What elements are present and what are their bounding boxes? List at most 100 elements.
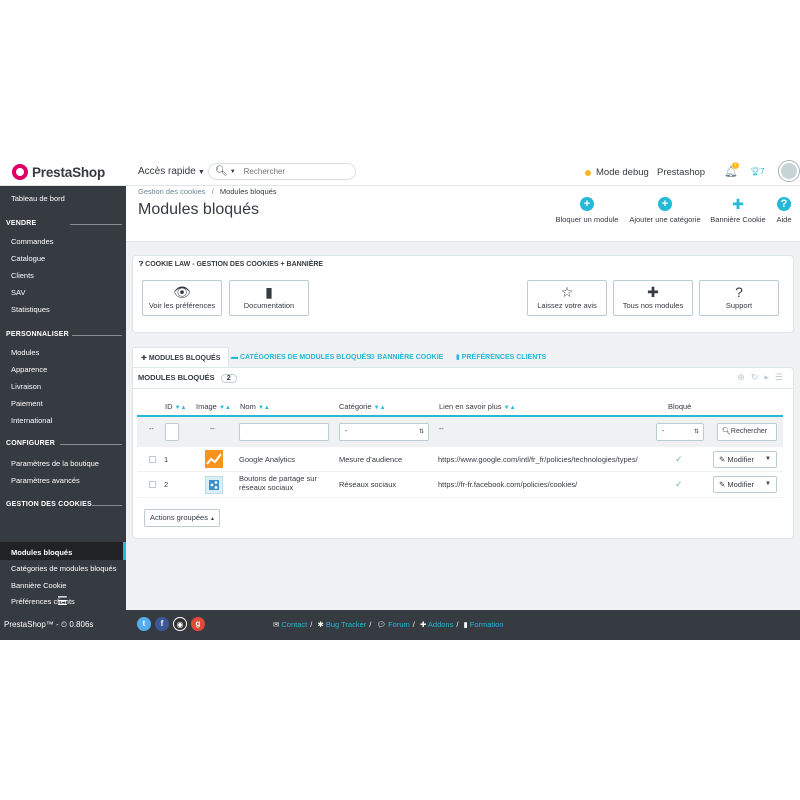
row-link[interactable]: https://fr-fr.facebook.com/policies/cook… <box>438 480 577 489</box>
search-filter-button[interactable]: 🔍︎Rechercher <box>717 423 777 441</box>
sidebar-divider <box>92 505 122 506</box>
sidebar-item-blocked-categories[interactable]: Catégories de modules bloqués <box>11 564 116 573</box>
panel-heading: ❓︎ COOKIE LAW - GESTION DES COOKIES + BA… <box>139 261 323 269</box>
blocked-check-icon[interactable]: ✓ <box>675 479 683 490</box>
tab-blocked-categories[interactable]: ▬ CATÉGORIES DE MODULES BLOQUÉS <box>231 347 371 368</box>
sort-icon[interactable]: ▼▲ <box>258 405 270 411</box>
footer-link-bug-tracker[interactable]: Bug Tracker <box>326 620 366 629</box>
cookie-banner-label: Bannière Cookie <box>710 215 766 224</box>
sort-icon[interactable]: ▼▲ <box>219 405 231 411</box>
filter-blocked-select[interactable]: - ⇅ <box>656 423 704 441</box>
column-header-image[interactable]: Image ▼▲ <box>196 402 231 411</box>
header-label: Image <box>196 402 217 411</box>
panel-heading-text: COOKIE LAW - GESTION DES COOKIES + BANNI… <box>145 261 324 268</box>
sidebar-item-sav[interactable]: SAV <box>11 288 25 297</box>
table-row[interactable]: 2 Boutons de partage sur réseaux sociaux… <box>137 472 783 498</box>
sidebar-item-advanced-parameters[interactable]: Paramètres avancés <box>11 476 80 485</box>
tab-blocked-modules[interactable]: ✚ MODULES BLOQUÉS <box>132 347 230 368</box>
envelope-icon: ✉ <box>273 620 280 629</box>
row-checkbox[interactable] <box>149 481 156 488</box>
edit-button[interactable]: ✎ Modifier ▼ <box>713 451 777 468</box>
support-button[interactable]: ? Support <box>699 280 779 316</box>
trophy-icon: 🏆︎ <box>750 167 761 176</box>
tab-cookie-banner[interactable]: ⚙︎ BANNIÈRE COOKIE <box>369 347 443 368</box>
caret-down-icon[interactable]: ▼ <box>765 477 771 492</box>
filter-name-input[interactable] <box>239 423 329 441</box>
edit-button[interactable]: ✎ Modifier ▼ <box>713 476 777 493</box>
sql-query-icon[interactable]: ▸ <box>764 372 775 382</box>
notification-badge: 7 <box>732 162 739 169</box>
cogs-icon: ⚙︎ <box>369 354 378 361</box>
menu-collapse-icon[interactable]: ☰ <box>57 594 68 608</box>
filter-id-input[interactable] <box>165 423 179 441</box>
plus-circle-icon: + <box>580 197 594 211</box>
footer: PrestaShop™ - ⏲ 0.806s t f ◉ g ✉ Contact… <box>0 610 800 640</box>
breadcrumb-parent[interactable]: Gestion des cookies <box>138 187 206 196</box>
view-preferences-button[interactable]: 👁︎ Voir les préférences <box>142 280 222 316</box>
sidebar-item-appearance[interactable]: Apparence <box>11 365 47 374</box>
caret-down-icon[interactable]: ▼ <box>230 169 236 175</box>
sidebar-item-blocked-modules[interactable]: Modules bloqués <box>11 548 72 557</box>
all-modules-button[interactable]: ✚ Tous nos modules <box>613 280 693 316</box>
tab-customer-preferences[interactable]: ▮ PRÉFÉRENCES CLIENTS <box>456 347 546 368</box>
documentation-button[interactable]: ▮ Documentation <box>229 280 309 316</box>
footer-link-forum[interactable]: Forum <box>388 620 410 629</box>
help-label: Aide <box>776 215 792 224</box>
column-header-id[interactable]: ID ▼▲ <box>165 402 186 411</box>
export-icon[interactable]: ☰ <box>775 372 789 382</box>
row-checkbox[interactable] <box>149 456 156 463</box>
quick-access-menu[interactable]: Accès rapide ▼ <box>138 166 205 177</box>
footer-link-addons[interactable]: Addons <box>428 620 453 629</box>
sidebar-item-international[interactable]: International <box>11 416 52 425</box>
sort-icon[interactable]: ▼▲ <box>504 405 516 411</box>
cookie-banner-button[interactable]: ✚ Bannière Cookie <box>708 197 768 224</box>
add-category-button[interactable]: + Ajouter une catégorie <box>628 197 702 224</box>
sidebar-item-payment[interactable]: Paiement <box>11 399 43 408</box>
filter-category-select[interactable]: - ⇅ <box>339 423 429 441</box>
sidebar-item-orders[interactable]: Commandes <box>11 237 54 246</box>
sidebar-item-dashboard[interactable]: Tableau de bord <box>11 194 65 203</box>
sidebar-item-shop-parameters[interactable]: Paramètres de la boutique <box>11 459 99 468</box>
trophy-counter[interactable]: 🏆︎7 <box>750 167 765 176</box>
shop-name-link[interactable]: Prestashop <box>657 167 705 178</box>
refresh-icon[interactable]: ↻ <box>751 372 765 382</box>
google-plus-icon[interactable]: g <box>191 617 205 631</box>
view-preferences-label: Voir les préférences <box>148 301 216 310</box>
sidebar-divider <box>60 444 122 445</box>
sidebar-item-customers[interactable]: Clients <box>11 271 34 280</box>
search-input[interactable] <box>243 167 344 176</box>
quick-access-label: Accès rapide <box>138 166 196 177</box>
search-icon[interactable]: 🔍︎ <box>215 166 228 177</box>
column-header-name[interactable]: Nom ▼▲ <box>240 402 270 411</box>
sort-icon[interactable]: ▼▲ <box>374 405 386 411</box>
bulk-actions-button[interactable]: Actions groupées ▲ <box>144 509 220 527</box>
sidebar-item-modules[interactable]: Modules <box>11 348 39 357</box>
block-module-button[interactable]: + Bloquer un module <box>554 197 620 224</box>
facebook-icon[interactable]: f <box>155 617 169 631</box>
debug-mode-indicator[interactable]: Mode debug <box>585 167 649 178</box>
add-new-icon[interactable]: ⊕ <box>737 372 751 382</box>
sidebar-item-cookie-banner[interactable]: Bannière Cookie <box>11 581 66 590</box>
sidebar-item-shipping[interactable]: Livraison <box>11 382 41 391</box>
twitter-icon[interactable]: t <box>137 617 151 631</box>
prestashop-logo[interactable]: PrestaShop <box>12 164 105 180</box>
footer-link-training[interactable]: Formation <box>470 620 504 629</box>
column-header-category[interactable]: Catégorie ▼▲ <box>339 402 386 411</box>
sidebar-item-catalog[interactable]: Catalogue <box>11 254 45 263</box>
leave-review-button[interactable]: ☆ Laissez votre avis <box>527 280 607 316</box>
row-link[interactable]: https://www.google.com/intl/fr_fr/polici… <box>438 455 638 464</box>
edit-label: Modifier <box>727 455 755 464</box>
caret-down-icon[interactable]: ▼ <box>765 452 771 467</box>
github-icon[interactable]: ◉ <box>173 617 187 631</box>
employee-avatar[interactable] <box>779 161 799 181</box>
sidebar-item-stats[interactable]: Statistiques <box>11 305 50 314</box>
sort-icon[interactable]: ▼▲ <box>175 405 187 411</box>
notifications-bell[interactable]: 🔔︎ 7 <box>724 162 739 178</box>
top-bar: PrestaShop Accès rapide▼ 🔍︎▼ Mode debug … <box>0 158 800 186</box>
column-header-link[interactable]: Lien en savoir plus ▼▲ <box>439 402 516 411</box>
table-row[interactable]: 1 Google Analytics Mesure d'audience htt… <box>137 448 783 472</box>
help-button[interactable]: ? Aide <box>773 197 795 224</box>
puzzle-icon: ✚ <box>141 355 149 362</box>
blocked-check-icon[interactable]: ✓ <box>675 454 683 465</box>
footer-link-contact[interactable]: Contact <box>281 620 307 629</box>
